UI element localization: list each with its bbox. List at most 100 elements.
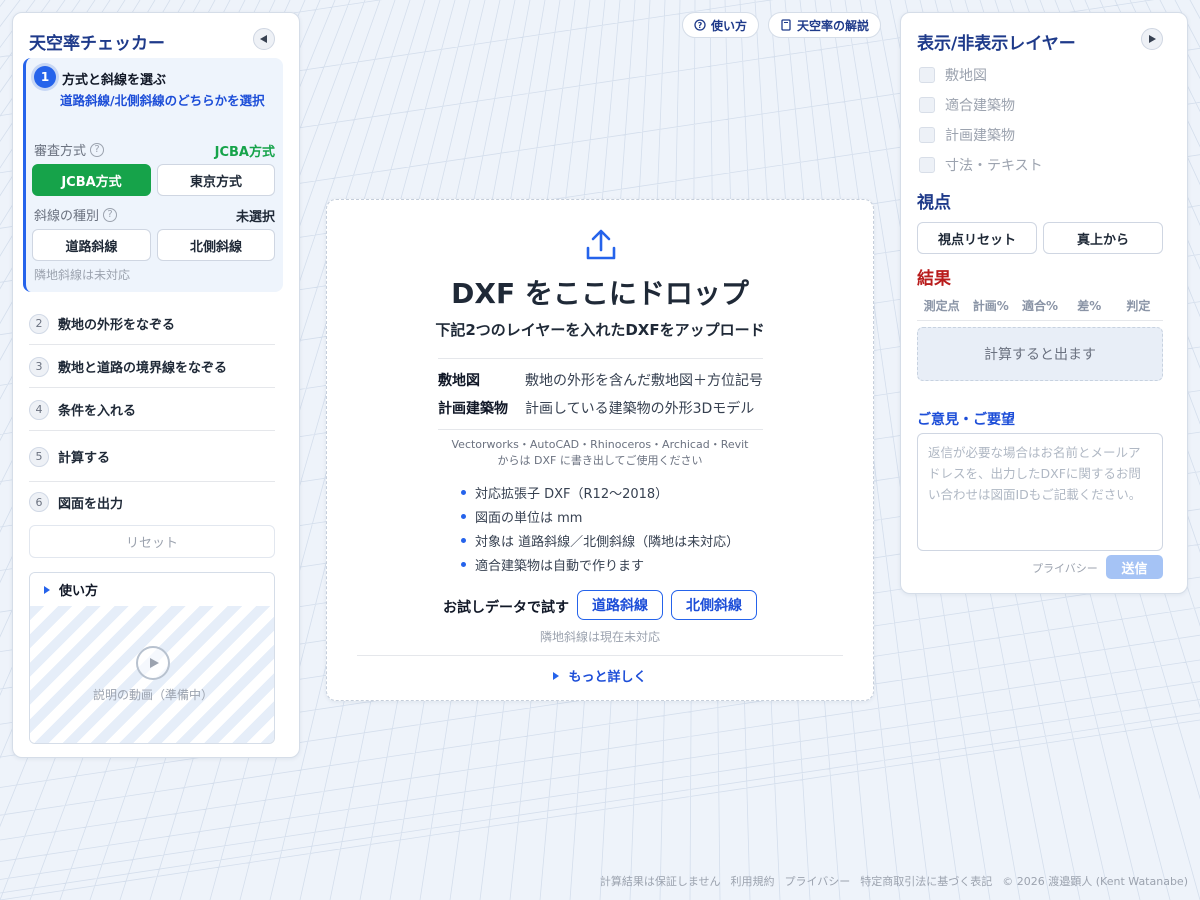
drop-subtitle: 下記2つのレイヤーを入れたDXFをアップロード [435, 321, 765, 339]
layer-toggle-label: 計画建築物 [945, 128, 1015, 144]
howto-toggle[interactable]: 使い方 [30, 573, 274, 606]
review-method-value: JCBA方式 [214, 145, 275, 160]
tokyo-method-button[interactable]: 東京方式 [157, 164, 275, 196]
step-1-note: 隣地斜線は未対応 [34, 268, 131, 282]
send-button[interactable]: 送信 [1106, 555, 1163, 579]
footer-privacy-link[interactable]: プライバシー [785, 873, 851, 889]
feedback-title: ご意見・ご要望 [917, 412, 1015, 428]
checkbox[interactable] [919, 157, 935, 173]
divider [438, 358, 763, 359]
view-title: 視点 [917, 193, 951, 213]
layer-toggle-dimensions[interactable]: 寸法・テキスト [919, 155, 1043, 175]
howto-section: 使い方 説明の動画（準備中） [29, 572, 275, 744]
layer-toggle-planned[interactable]: 計画建築物 [919, 125, 1015, 145]
layer-toggle-site[interactable]: 敷地図 [919, 65, 987, 85]
slope-type-value: 未選択 [235, 210, 275, 225]
collapse-right-panel-button[interactable] [1141, 28, 1163, 50]
drop-note: 隣地斜線は現在未対応 [539, 630, 660, 644]
step-6-number: 6 [29, 492, 49, 512]
try-north-slope-button[interactable]: 北側斜線 [671, 590, 757, 620]
divider [357, 655, 843, 656]
step-1-card: 1 方式と斜線を選ぶ 道路斜線/北側斜線のどちらかを選択 審査方式 ? JCBA… [23, 58, 283, 292]
list-item-text: 対象は 道路斜線／北側斜線（隣地は未対応） [475, 535, 740, 550]
slope-type-label-text: 斜線の種別 [34, 209, 100, 224]
list-item-text: 対応拡張子 DXF（R12〜2018） [475, 487, 669, 502]
list-item: 適合建築物は自動で作ります [461, 555, 644, 574]
triangle-right-icon [44, 585, 50, 594]
layer-description: 敷地の外形を含んだ敷地図＋方位記号 [525, 373, 763, 389]
howto-link-button[interactable]: ? 使い方 [682, 12, 760, 38]
step-2-row[interactable]: 2 敷地の外形をなぞる [29, 303, 275, 345]
footer: 計算結果は保証しません 利用規約 プライバシー 特定商取引法に基づく表記 © 2… [600, 873, 1188, 889]
divider [438, 429, 763, 430]
software-note-line1: Vectorworks・AutoCAD・Rhinoceros・Archicad・… [451, 438, 749, 451]
view-top-button[interactable]: 真上から [1043, 222, 1163, 254]
privacy-link[interactable]: プライバシー [1032, 560, 1098, 576]
result-table-header: 測定点 計画% 適合% 差% 判定 [917, 297, 1163, 321]
result-empty-state: 計算すると出ます [917, 327, 1163, 381]
step-4-label: 条件を入れる [58, 404, 137, 419]
column-header: 差% [1077, 299, 1102, 313]
step-5-label: 計算する [58, 451, 111, 466]
step-1-description: 道路斜線/北側斜線のどちらかを選択 [60, 93, 265, 108]
drop-title: DXF をここにドロップ [451, 277, 749, 310]
footer-disclaimer-link[interactable]: 計算結果は保証しません [600, 873, 721, 889]
explain-link-label: 天空率の解説 [797, 18, 870, 33]
feedback-textarea[interactable]: 返信が必要な場合はお名前とメールアドレスを、出力したDXFに関するお問い合わせは… [917, 433, 1163, 551]
footer-copyright: © 2026 渡邉顕人 (Kent Watanabe) [1002, 875, 1188, 888]
list-item: 対象は 道路斜線／北側斜線（隣地は未対応） [461, 531, 739, 550]
list-item: 図面の単位は mm [461, 507, 582, 526]
layer-toggle-label: 寸法・テキスト [945, 158, 1043, 174]
column-header: 判定 [1126, 299, 1151, 313]
step-4-row[interactable]: 4 条件を入れる [29, 389, 275, 431]
layer-toggle-label: 適合建築物 [945, 98, 1015, 114]
upload-icon [586, 229, 616, 260]
step-2-label: 敷地の外形をなぞる [58, 318, 176, 333]
try-data-label: お試しデータで試す [443, 600, 569, 616]
help-icon[interactable]: ? [103, 207, 118, 222]
layer-row-site: 敷地図 敷地の外形を含んだ敷地図＋方位記号 [438, 370, 763, 390]
video-label: 説明の動画（準備中） [92, 688, 213, 702]
step-4-number: 4 [29, 399, 49, 420]
reset-button[interactable]: リセット [29, 525, 275, 558]
play-icon[interactable] [136, 646, 170, 680]
list-item: 対応拡張子 DXF（R12〜2018） [461, 483, 668, 502]
layer-toggle-compliant[interactable]: 適合建築物 [919, 95, 1015, 115]
triangle-right-icon [1149, 35, 1156, 43]
howto-title: 使い方 [59, 584, 99, 599]
layer-name: 敷地図 [438, 373, 480, 389]
explain-link-button[interactable]: 天空率の解説 [768, 12, 882, 38]
triangle-left-icon [260, 35, 267, 43]
book-icon [781, 19, 791, 31]
checkbox[interactable] [919, 67, 935, 83]
column-header: 測定点 [923, 299, 960, 313]
step-3-row[interactable]: 3 敷地と道路の境界線をなぞる [29, 346, 275, 388]
review-method-label-text: 審査方式 [34, 144, 87, 159]
more-details-toggle[interactable]: もっと詳しく [327, 666, 873, 685]
layer-toggle-label: 敷地図 [945, 68, 987, 84]
footer-terms-link[interactable]: 利用規約 [731, 873, 775, 889]
software-note-line2: からは DXF に書き出してご使用ください [497, 454, 703, 467]
step-5-row[interactable]: 5 計算する [29, 432, 275, 482]
step-3-number: 3 [29, 356, 49, 377]
svg-text:?: ? [698, 21, 703, 30]
step-6-row[interactable]: 6 図面を出力 [29, 481, 275, 523]
result-title: 結果 [917, 269, 951, 289]
collapse-left-panel-button[interactable] [253, 28, 275, 50]
view-reset-button[interactable]: 視点リセット [917, 222, 1037, 254]
dxf-drop-zone[interactable]: DXF をここにドロップ 下記2つのレイヤーを入れたDXFをアップロード 敷地図… [326, 199, 874, 701]
checkbox[interactable] [919, 97, 935, 113]
checkbox[interactable] [919, 127, 935, 143]
north-slope-button[interactable]: 北側斜線 [157, 229, 275, 261]
try-road-slope-button[interactable]: 道路斜線 [577, 590, 663, 620]
list-item-text: 適合建築物は自動で作ります [475, 559, 645, 574]
app-title: 天空率チェッカー [29, 34, 165, 54]
layer-description: 計画している建築物の外形3Dモデル [525, 401, 755, 417]
workflow-panel: 天空率チェッカー 1 方式と斜線を選ぶ 道路斜線/北側斜線のどちらかを選択 審査… [12, 12, 300, 758]
step-5-number: 5 [29, 446, 49, 467]
footer-commerce-link[interactable]: 特定商取引法に基づく表記 [860, 873, 992, 889]
help-icon[interactable]: ? [90, 142, 105, 157]
jcba-method-button[interactable]: JCBA方式 [32, 164, 151, 196]
column-header: 計画% [972, 299, 1009, 313]
road-slope-button[interactable]: 道路斜線 [32, 229, 151, 261]
